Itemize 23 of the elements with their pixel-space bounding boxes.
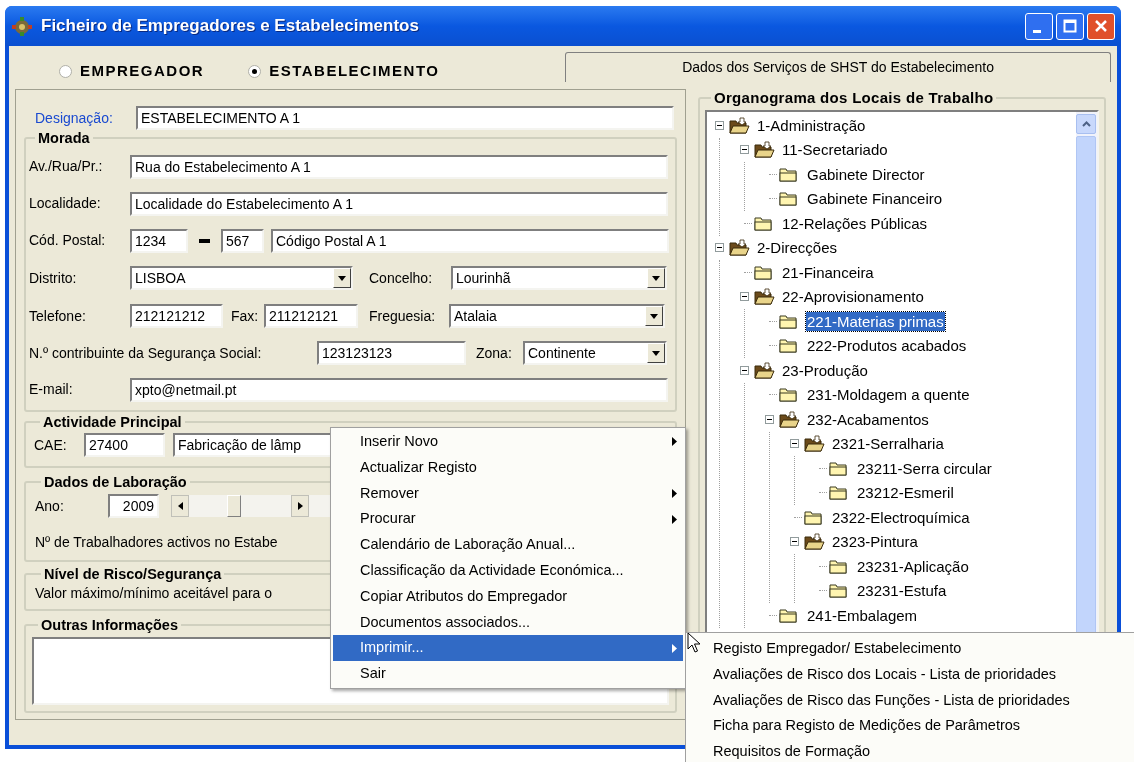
- field-label: Cód. Postal:: [29, 231, 107, 250]
- field-label: Fax:: [231, 306, 260, 326]
- group-title: Dados de Laboração: [43, 474, 188, 490]
- field-label: E-mail:: [29, 380, 74, 399]
- field-label: Av./Rua/Pr.:: [29, 157, 104, 176]
- field-label: Telefone:: [29, 306, 87, 326]
- field-label: Designação:: [35, 108, 114, 128]
- field-label: Distrito:: [29, 268, 78, 288]
- group-title: Outras Informações: [40, 617, 179, 633]
- field-label: N.º contribuinte da Segurança Social:: [29, 343, 263, 363]
- field-label: Ano:: [35, 496, 65, 516]
- field-label: Localidade:: [29, 194, 102, 213]
- field-label: Nº de Trabalhadores activos no Estabe: [35, 533, 278, 552]
- group-title: Organograma dos Locais de Trabalho: [713, 90, 995, 106]
- field-label: Freguesia:: [369, 306, 437, 326]
- window-title: Ficheiro de Empregadores e Estabelecimentos: [41, 15, 419, 38]
- group-title: Actividade Principal: [42, 414, 183, 430]
- description-text: Valor máximo/mínimo aceitável para o: [35, 584, 273, 603]
- field-label: Zona:: [476, 343, 513, 363]
- group-title: Morada: [37, 130, 91, 146]
- group-title: Nível de Risco/Segurança: [43, 566, 223, 582]
- field-label: Concelho:: [369, 268, 434, 288]
- field-label: CAE:: [34, 435, 68, 455]
